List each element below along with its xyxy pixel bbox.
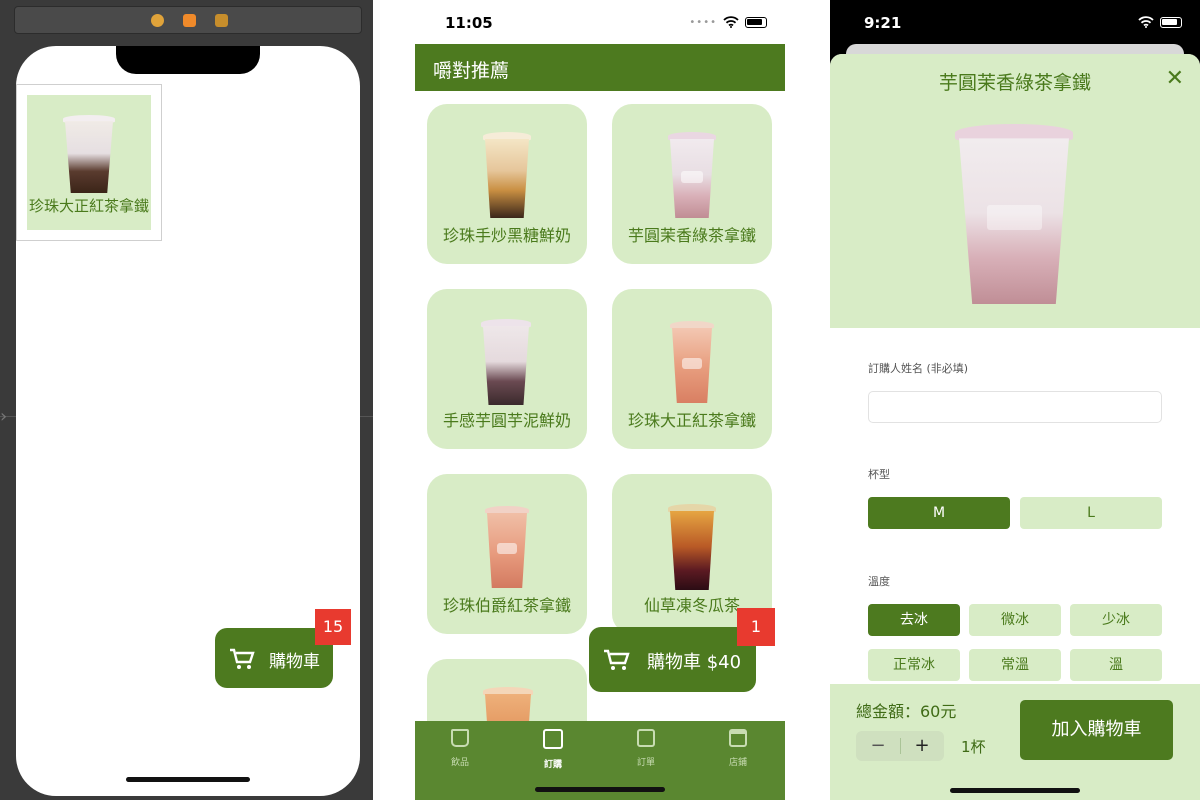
- drink-image: [481, 319, 531, 405]
- tab-label: 飲品: [450, 758, 469, 768]
- tab-label: 訂購: [543, 760, 562, 770]
- signal-icon: ••••: [689, 16, 717, 28]
- drink-image: [954, 124, 1074, 304]
- view-controller-icon[interactable]: [151, 14, 164, 27]
- drink-image: [483, 132, 531, 218]
- tab-drinks[interactable]: 飲品: [430, 729, 490, 768]
- page-title: 嚼對推薦: [433, 60, 510, 82]
- detail-sheet: 芋圓茉香綠茶拿鐵 ✕ 訂購人姓名 (非必填) 杯型 M L 溫度 去冰 微冰 少…: [830, 54, 1200, 800]
- temp-option[interactable]: 少冰: [1070, 604, 1162, 636]
- drink-image: [63, 115, 115, 193]
- tab-label: 訂單: [636, 758, 655, 768]
- menu-item-label: 珍珠伯爵紅茶拿鐵: [442, 596, 571, 615]
- cell-background: 珍珠大正紅茶拿鐵: [27, 95, 151, 230]
- status-time: 11:05: [445, 14, 493, 32]
- menu-item-card[interactable]: 芋圓茉香綠茶拿鐵: [612, 104, 772, 264]
- temp-option[interactable]: 正常冰: [868, 649, 960, 681]
- cart-badge: 15: [315, 609, 351, 645]
- menu-item-card[interactable]: 手感芋圓芋泥鮮奶: [427, 289, 587, 449]
- phone-preview: 珍珠大正紅茶拿鐵 購物車 15: [16, 46, 360, 796]
- increment-button[interactable]: +: [900, 731, 944, 761]
- name-input[interactable]: [868, 391, 1162, 423]
- tab-store[interactable]: 店鋪: [708, 729, 768, 768]
- add-to-cart-button[interactable]: 加入購物車: [1020, 700, 1173, 760]
- wifi-icon: [723, 16, 739, 28]
- home-indicator: [950, 788, 1080, 793]
- status-time: 9:21: [864, 14, 902, 32]
- notch: [116, 46, 260, 74]
- menu-item-label: 珍珠手炒黑糖鮮奶: [442, 226, 571, 245]
- collection-cell[interactable]: 珍珠大正紅茶拿鐵: [16, 84, 162, 241]
- first-responder-icon[interactable]: [183, 14, 196, 27]
- cart-label: 購物車: [269, 652, 320, 672]
- temp-option[interactable]: 常溫: [969, 649, 1061, 681]
- storyboard-canvas: › 珍珠大正紅茶拿鐵 購物車 15: [0, 0, 373, 800]
- tab-orders[interactable]: 訂單: [616, 729, 676, 768]
- temperature-label: 溫度: [868, 575, 890, 588]
- status-icons: [1138, 16, 1182, 28]
- total-amount: 總金額：60元: [856, 702, 957, 721]
- wifi-icon: [1138, 16, 1154, 28]
- size-option-l[interactable]: L: [1020, 497, 1162, 529]
- cart-label: 購物車 $40: [647, 652, 742, 673]
- cell-label: 珍珠大正紅茶拿鐵: [28, 197, 149, 215]
- menu-item-card[interactable]: 珍珠手炒黑糖鮮奶: [427, 104, 587, 264]
- close-icon[interactable]: ✕: [1166, 66, 1184, 91]
- cup-icon: [451, 729, 469, 747]
- quantity-value: 1杯: [961, 738, 986, 756]
- cart-icon: [229, 648, 255, 674]
- menu-item-label: 珍珠大正紅茶拿鐵: [627, 411, 756, 430]
- nav-bar: 嚼對推薦: [415, 44, 785, 91]
- temp-option[interactable]: 去冰: [868, 604, 960, 636]
- tab-order[interactable]: 訂購: [523, 729, 583, 770]
- status-icons: ••••: [689, 16, 767, 28]
- drink-image: [668, 132, 716, 218]
- exit-icon[interactable]: [215, 14, 228, 27]
- bag-icon: [543, 729, 563, 749]
- drink-image: [485, 506, 529, 588]
- cart-badge: 1: [737, 608, 775, 646]
- home-indicator: [535, 787, 665, 792]
- quantity-stepper: − +: [856, 731, 944, 761]
- menu-item-label: 手感芋圓芋泥鮮奶: [442, 411, 571, 430]
- cart-icon: [603, 649, 631, 675]
- drink-image: [668, 504, 716, 590]
- entry-arrow-icon: ›: [0, 406, 8, 427]
- status-bar: 11:05 ••••: [415, 0, 785, 44]
- temp-option[interactable]: 微冰: [969, 604, 1061, 636]
- menu-item-card[interactable]: 珍珠伯爵紅茶拿鐵: [427, 474, 587, 634]
- size-label: 杯型: [868, 468, 890, 481]
- battery-icon: [745, 16, 767, 28]
- drink-title: 芋圓茉香綠茶拿鐵: [938, 72, 1091, 94]
- battery-icon: [1160, 16, 1182, 28]
- menu-item-card[interactable]: 珍珠大正紅茶拿鐵: [612, 289, 772, 449]
- name-label: 訂購人姓名 (非必填): [868, 362, 969, 375]
- scene-dock: [14, 6, 362, 34]
- detail-screen: 9:21 芋圓茉香綠茶拿鐵 ✕ 訂購人姓名 (非必填) 杯型 M L 溫度 去冰…: [830, 0, 1200, 800]
- order-footer: 總金額：60元 − + 1杯 加入購物車: [830, 684, 1200, 800]
- drink-image: [670, 321, 714, 403]
- home-indicator: [126, 777, 250, 782]
- hero-area: 芋圓茉香綠茶拿鐵 ✕: [830, 54, 1200, 328]
- size-option-m[interactable]: M: [868, 497, 1010, 529]
- cart-button[interactable]: 購物車 $40: [589, 627, 756, 692]
- temp-option[interactable]: 溫: [1070, 649, 1162, 681]
- tab-label: 店鋪: [728, 758, 747, 768]
- decrement-button[interactable]: −: [856, 731, 900, 761]
- menu-screen: 11:05 •••• 嚼對推薦 珍珠手炒黑糖鮮奶 芋圓茉香綠茶拿鐵 手感芋圓芋泥…: [415, 0, 785, 800]
- list-icon: [637, 729, 655, 747]
- store-icon: [729, 729, 747, 747]
- menu-item-label: 芋圓茉香綠茶拿鐵: [627, 226, 756, 245]
